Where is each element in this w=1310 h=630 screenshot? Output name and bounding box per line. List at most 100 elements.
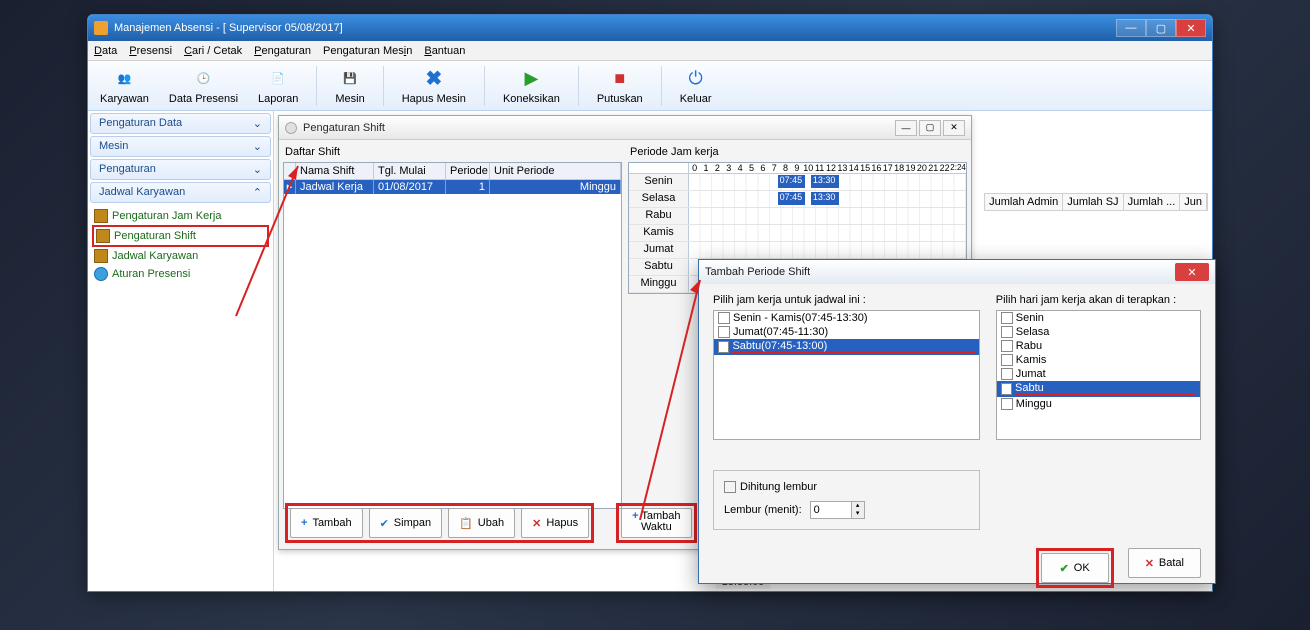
tambah-waktu-button[interactable]: + TambahWaktu: [621, 508, 691, 538]
maximize-button[interactable]: ▢: [1146, 19, 1176, 37]
list-item[interactable]: Minggu: [997, 397, 1200, 411]
menu-pengaturan-mesin[interactable]: Pengaturan Mesin: [323, 45, 412, 57]
spin-down[interactable]: ▾: [851, 510, 864, 518]
close-button[interactable]: ✕: [1176, 19, 1206, 37]
menu-presensi[interactable]: Presensi: [129, 45, 172, 57]
toolbar-separator: [316, 66, 317, 106]
day-row-rabu[interactable]: Rabu: [629, 208, 966, 225]
minimize-button[interactable]: —: [1116, 19, 1146, 37]
stop-icon: ■: [608, 67, 632, 91]
tool-laporan[interactable]: 📄Laporan: [252, 65, 304, 107]
jam-kerja-listbox[interactable]: Senin - Kamis(07:45-13:30) Jumat(07:45-1…: [713, 310, 980, 440]
col-nama-shift: Nama Shift: [296, 163, 374, 179]
batal-button[interactable]: ✕Batal: [1128, 548, 1201, 578]
sidebar: Pengaturan Data⌄ Mesin⌄ Pengaturan⌄ Jadw…: [88, 111, 274, 591]
sidebar-section-jadwal-karyawan[interactable]: Jadwal Karyawan⌃: [90, 182, 271, 203]
menu-bantuan[interactable]: Bantuan: [424, 45, 465, 57]
cell-tgl: 01/08/2017: [374, 180, 446, 194]
pilih-jam-kerja-label: Pilih jam kerja untuk jadwal ini :: [713, 294, 980, 306]
chevron-icon: ⌄: [253, 117, 262, 130]
play-icon: ▶: [519, 67, 543, 91]
minimize-button[interactable]: —: [895, 120, 917, 136]
tool-koneksikan[interactable]: ▶Koneksikan: [497, 65, 566, 107]
list-item[interactable]: Jumat(07:45-11:30): [714, 325, 979, 339]
list-item[interactable]: ✓Sabtu: [997, 381, 1200, 397]
day-row-selasa[interactable]: Selasa07:4513:30: [629, 191, 966, 208]
day-row-kamis[interactable]: Kamis: [629, 225, 966, 242]
day-row-jumat[interactable]: Jumat: [629, 242, 966, 259]
toolbar: 👥Karyawan 🕒Data Presensi 📄Laporan 💾Mesin…: [88, 61, 1212, 111]
hari-listbox[interactable]: Senin Selasa Rabu Kamis Jumat ✓Sabtu Min…: [996, 310, 1201, 440]
lembur-checkbox[interactable]: [724, 481, 736, 493]
menu-cari-cetak[interactable]: Cari / Cetak: [184, 45, 242, 57]
sidebar-item-aturan-presensi[interactable]: Aturan Presensi: [92, 265, 269, 283]
table-header: Jumlah Admin Jumlah SJ Jumlah ... Jun: [984, 193, 1208, 211]
check-icon: ✔: [380, 517, 389, 530]
shift-row[interactable]: ▸ Jadwal Kerja 01/08/2017 1 Minggu: [284, 180, 621, 194]
sidebar-item-pengaturan-shift[interactable]: Pengaturan Shift: [92, 225, 269, 247]
col-unit-periode: Unit Periode: [490, 163, 621, 179]
list-item[interactable]: Jumat: [997, 367, 1200, 381]
close-button[interactable]: ✕: [1175, 263, 1209, 281]
tool-putuskan[interactable]: ■Putuskan: [591, 65, 649, 107]
ubah-button[interactable]: 📋Ubah: [448, 508, 515, 538]
menu-data[interactable]: Data: [94, 45, 117, 57]
lembur-spinner[interactable]: ▴▾: [810, 501, 865, 519]
tool-data-presensi[interactable]: 🕒Data Presensi: [163, 65, 244, 107]
window-icon: [285, 122, 297, 134]
close-button[interactable]: ✕: [943, 120, 965, 136]
col-jumlah: Jumlah ...: [1124, 194, 1181, 210]
shift-grid[interactable]: Nama Shift Tgl. Mulai Periode Unit Perio…: [283, 162, 622, 509]
child-titlebar: Pengaturan Shift — ▢ ✕: [279, 116, 971, 140]
spin-up[interactable]: ▴: [851, 502, 864, 510]
tool-hapus-mesin[interactable]: ✖Hapus Mesin: [396, 65, 472, 107]
checkbox[interactable]: [1001, 354, 1013, 366]
checkbox[interactable]: ✓: [1001, 383, 1012, 395]
tool-karyawan[interactable]: 👥Karyawan: [94, 65, 155, 107]
simpan-button[interactable]: ✔Simpan: [369, 508, 443, 538]
sidebar-section-pengaturan[interactable]: Pengaturan⌄: [90, 159, 271, 180]
checkbox[interactable]: [1001, 340, 1013, 352]
checkbox[interactable]: [1001, 398, 1013, 410]
x-icon: ✕: [1145, 557, 1154, 570]
day-row-senin[interactable]: Senin07:4513:30: [629, 174, 966, 191]
child-title: Pengaturan Shift: [303, 122, 889, 134]
daftar-shift-label: Daftar Shift: [283, 144, 622, 162]
list-item[interactable]: Selasa: [997, 325, 1200, 339]
col-tgl-mulai: Tgl. Mulai: [374, 163, 446, 179]
list-item[interactable]: Senin - Kamis(07:45-13:30): [714, 311, 979, 325]
lembur-label: Lembur (menit):: [724, 504, 802, 516]
checkbox[interactable]: [718, 326, 730, 338]
sidebar-item-jadwal-karyawan[interactable]: Jadwal Karyawan: [92, 247, 269, 265]
list-item[interactable]: ✓Sabtu(07:45-13:00): [714, 339, 979, 355]
report-icon: 📄: [266, 67, 290, 91]
col-periode: Periode: [446, 163, 490, 179]
checkbox[interactable]: ✓: [718, 341, 729, 353]
highlight-box: + TambahWaktu: [616, 503, 696, 543]
toolbar-separator: [578, 66, 579, 106]
toolbar-separator: [383, 66, 384, 106]
menu-pengaturan[interactable]: Pengaturan: [254, 45, 311, 57]
edit-icon: 📋: [459, 517, 473, 530]
ok-button[interactable]: ✔OK: [1041, 553, 1109, 583]
list-item[interactable]: Senin: [997, 311, 1200, 325]
tool-keluar[interactable]: ⏻Keluar: [674, 65, 718, 107]
cell-nama: Jadwal Kerja: [296, 180, 374, 194]
clock-icon: [94, 209, 108, 223]
plus-icon: +: [632, 510, 638, 522]
checkbox[interactable]: [718, 312, 730, 324]
checkbox[interactable]: [1001, 326, 1013, 338]
list-item[interactable]: Rabu: [997, 339, 1200, 353]
tambah-button[interactable]: +Tambah: [290, 508, 363, 538]
list-item[interactable]: Kamis: [997, 353, 1200, 367]
sidebar-section-pengaturan-data[interactable]: Pengaturan Data⌄: [90, 113, 271, 134]
hapus-button[interactable]: ✕Hapus: [521, 508, 589, 538]
checkbox[interactable]: [1001, 312, 1013, 324]
maximize-button[interactable]: ▢: [919, 120, 941, 136]
delete-icon: ✖: [422, 67, 446, 91]
tool-mesin[interactable]: 💾Mesin: [329, 65, 370, 107]
sidebar-item-pengaturan-jam-kerja[interactable]: Pengaturan Jam Kerja: [92, 207, 269, 225]
checkbox[interactable]: [1001, 368, 1013, 380]
lembur-input[interactable]: [811, 503, 851, 517]
sidebar-section-mesin[interactable]: Mesin⌄: [90, 136, 271, 157]
